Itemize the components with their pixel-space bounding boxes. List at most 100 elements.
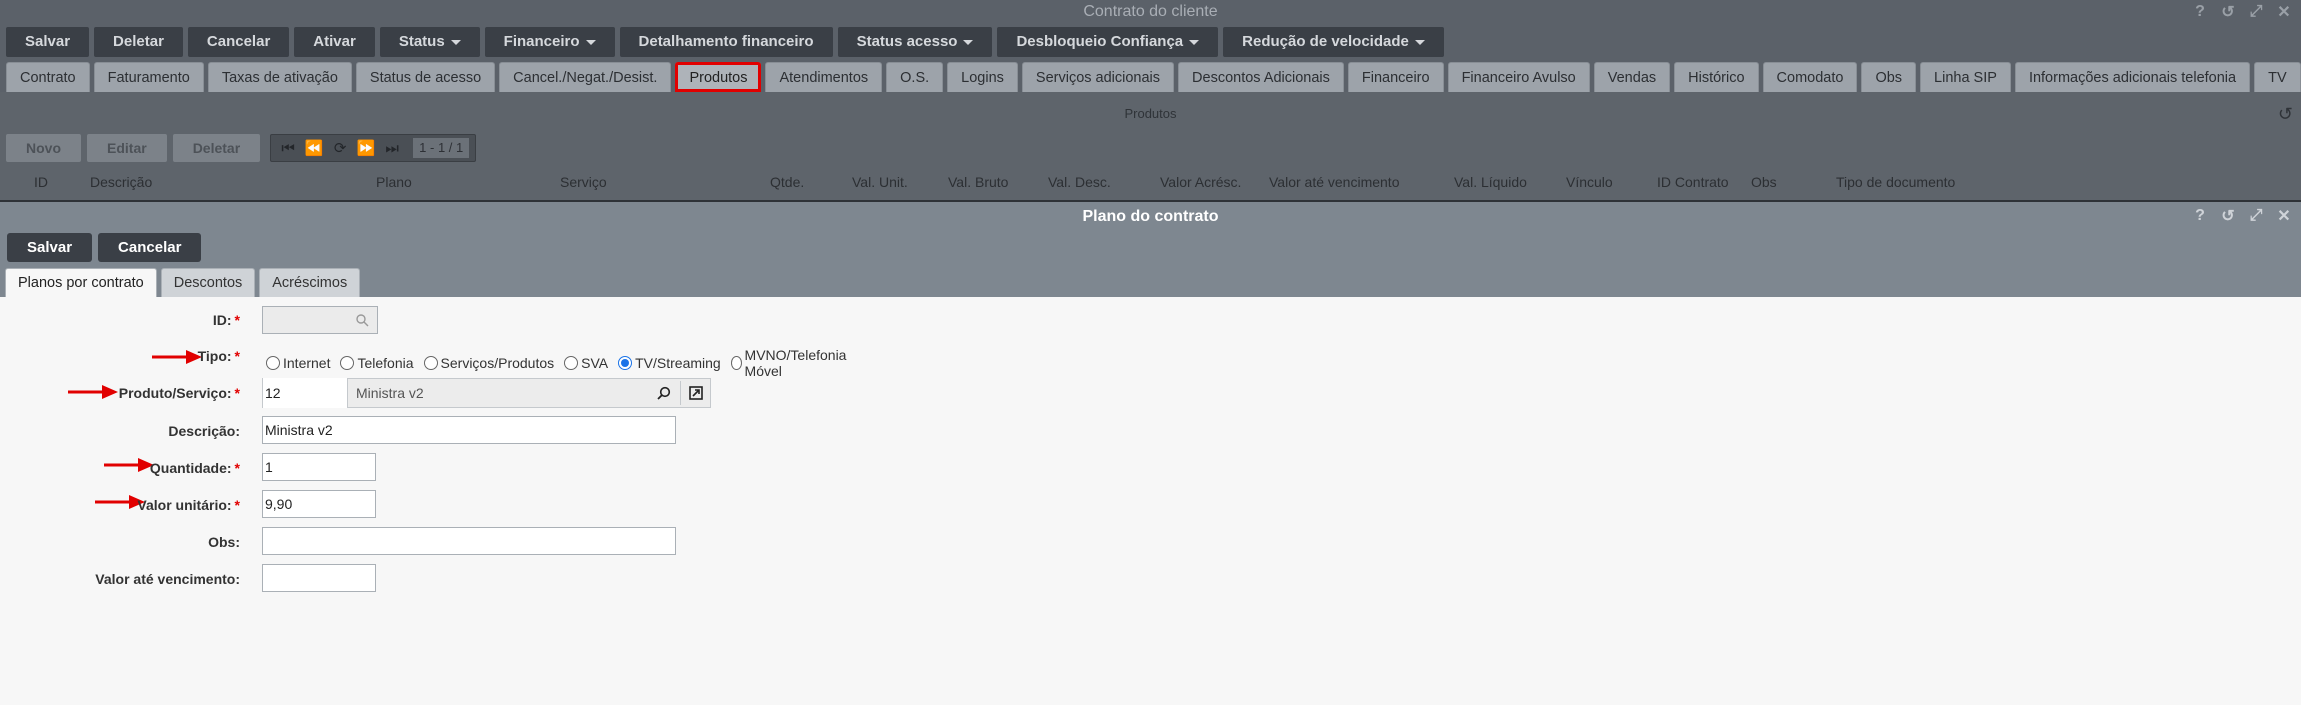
deletar-button[interactable]: Deletar xyxy=(172,134,261,162)
tab-contrato[interactable]: Contrato xyxy=(6,62,90,92)
column-header-plano[interactable]: Plano xyxy=(376,174,412,190)
valor-unitario-input[interactable] xyxy=(262,490,376,518)
tipo-option-tv-streaming[interactable]: TV/Streaming xyxy=(618,355,721,371)
maximize-icon[interactable]: ⤢ xyxy=(2247,3,2265,21)
novo-button[interactable]: Novo xyxy=(6,134,81,162)
obs-input[interactable] xyxy=(262,527,676,555)
column-header-id-contrato[interactable]: ID Contrato xyxy=(1657,174,1729,190)
column-header-id[interactable]: ID xyxy=(34,174,48,190)
tab-financeiro[interactable]: Financeiro xyxy=(1347,62,1444,92)
products-panel: Produtos ↺ Novo Editar Deletar ⏮ ⏪ ⟳ ⏩ ⏭ 1 - 1 /… xyxy=(0,92,2301,200)
column-header-val-liquido[interactable]: Val. Líquido xyxy=(1454,174,1527,190)
quantidade-input[interactable] xyxy=(262,453,376,481)
id-row: ID: * xyxy=(0,305,378,335)
tipo-option-telefonia[interactable]: Telefonia xyxy=(340,355,414,371)
financeiro-button[interactable]: Financeiro xyxy=(484,27,615,57)
search-icon[interactable] xyxy=(356,314,369,327)
tab-logins[interactable]: Logins xyxy=(947,62,1018,92)
tab-servicos-adicionais[interactable]: Serviços adicionais xyxy=(1021,62,1175,92)
required-mark: * xyxy=(234,497,240,513)
help-icon[interactable]: ? xyxy=(2191,207,2209,225)
deletar-button[interactable]: Deletar xyxy=(94,27,183,57)
quantidade-label: Quantidade: xyxy=(149,460,232,476)
close-icon[interactable]: ✕ xyxy=(2275,207,2293,225)
history-icon[interactable]: ↺ xyxy=(2219,3,2237,21)
radio-button[interactable] xyxy=(564,356,579,370)
grid-toolbar: Novo Editar Deletar ⏮ ⏪ ⟳ ⏩ ⏭ 1 - 1 / 1 xyxy=(6,134,477,162)
column-header-valor-ate-vencimento[interactable]: Valor até vencimento xyxy=(1269,174,1399,190)
valor-vencimento-input[interactable] xyxy=(262,564,376,592)
reducao-de-velocidade-button[interactable]: Redução de velocidade xyxy=(1223,27,1444,57)
tab-status-de-acesso[interactable]: Status de acesso xyxy=(355,62,496,92)
tab-acrescimos[interactable]: Acréscimos xyxy=(259,268,361,297)
tab-linha-sip[interactable]: Linha SIP xyxy=(1920,62,2011,92)
column-header-tipo-de-documento[interactable]: Tipo de documento xyxy=(1836,174,1955,190)
tab-obs[interactable]: Obs xyxy=(1861,62,1917,92)
pager-count: 1 - 1 / 1 xyxy=(413,138,470,158)
radio-button[interactable] xyxy=(340,356,355,370)
column-header-descricao[interactable]: Descrição xyxy=(90,174,152,190)
refresh-icon[interactable]: ⟳ xyxy=(329,139,351,157)
tab-o-s[interactable]: O.S. xyxy=(886,62,944,92)
cancelar-button[interactable]: Cancelar xyxy=(187,27,290,57)
column-header-qtde[interactable]: Qtde. xyxy=(770,174,804,190)
column-header-val-bruto[interactable]: Val. Bruto xyxy=(948,174,1008,190)
help-icon[interactable]: ? xyxy=(2191,3,2209,21)
salvar-button[interactable]: Salvar xyxy=(6,27,90,57)
status-button[interactable]: Status xyxy=(379,27,480,57)
column-header-obs[interactable]: Obs xyxy=(1751,174,1777,190)
modal-toolbar: Salvar Cancelar xyxy=(7,233,202,262)
first-page-icon[interactable]: ⏮ xyxy=(277,140,299,157)
radio-button[interactable] xyxy=(618,356,633,370)
column-header-val-desc[interactable]: Val. Desc. xyxy=(1048,174,1111,190)
history-icon[interactable]: ↺ xyxy=(2219,207,2237,225)
column-header-vinculo[interactable]: Vínculo xyxy=(1566,174,1613,190)
cancel-button[interactable]: Cancelar xyxy=(98,233,202,262)
prev-page-icon[interactable]: ⏪ xyxy=(303,139,325,157)
tab-produtos[interactable]: Produtos xyxy=(675,62,762,92)
radio-button[interactable] xyxy=(266,356,280,370)
column-header-servico[interactable]: Serviço xyxy=(560,174,607,190)
id-field[interactable] xyxy=(262,306,378,334)
tipo-option-internet[interactable]: Internet xyxy=(266,355,330,371)
radio-button[interactable] xyxy=(423,356,438,370)
history-icon[interactable]: ↺ xyxy=(2278,104,2293,125)
tab-taxas-de-ativacao[interactable]: Taxas de ativação xyxy=(207,62,352,92)
tab-cancel-negat-desist[interactable]: Cancel./Negat./Desist. xyxy=(499,62,672,92)
next-page-icon[interactable]: ⏩ xyxy=(355,139,377,157)
save-button[interactable]: Salvar xyxy=(7,233,93,262)
tab-vendas[interactable]: Vendas xyxy=(1593,62,1671,92)
close-icon[interactable]: ✕ xyxy=(2275,3,2293,21)
produto-code-input[interactable] xyxy=(263,378,348,408)
tab-atendimentos[interactable]: Atendimentos xyxy=(765,62,883,92)
tab-tv[interactable]: TV xyxy=(2254,62,2301,92)
tab-comodato[interactable]: Comodato xyxy=(1762,62,1858,92)
required-mark: * xyxy=(234,460,240,476)
tab-descontos[interactable]: Descontos xyxy=(160,268,256,297)
tab-descontos-adicionais[interactable]: Descontos Adicionais xyxy=(1178,62,1344,92)
detalhamento-financeiro-button[interactable]: Detalhamento financeiro xyxy=(619,27,833,57)
maximize-icon[interactable]: ⤢ xyxy=(2247,207,2265,225)
ativar-button[interactable]: Ativar xyxy=(294,27,375,57)
radio-button[interactable] xyxy=(730,356,742,370)
column-header-valor-acresc[interactable]: Valor Acrésc. xyxy=(1160,174,1241,190)
tab-informacoes-adicionais-telefonia[interactable]: Informações adicionais telefonia xyxy=(2014,62,2251,92)
tab-faturamento[interactable]: Faturamento xyxy=(93,62,204,92)
last-page-icon[interactable]: ⏭ xyxy=(381,140,403,157)
valor-unitario-label: Valor unitário: xyxy=(137,497,232,513)
tab-planos-por-contrato[interactable]: Planos por contrato xyxy=(5,268,157,297)
tab-financeiro-avulso[interactable]: Financeiro Avulso xyxy=(1447,62,1590,92)
open-external-icon[interactable] xyxy=(680,381,710,405)
editar-button[interactable]: Editar xyxy=(87,134,167,162)
tab-historico[interactable]: Histórico xyxy=(1674,62,1759,92)
desbloqueio-confianca-button[interactable]: Desbloqueio Confiança xyxy=(997,27,1219,57)
search-icon[interactable] xyxy=(652,381,676,405)
tipo-option-servicos-produtos[interactable]: Serviços/Produtos xyxy=(423,355,554,371)
client-contract-window: Contrato do cliente ? ↺ ⤢ ✕ Salvar Deleta… xyxy=(0,0,2301,200)
tipo-option-mvno-telefonia-movel[interactable]: MVNO/Telefonia Móvel xyxy=(730,347,850,379)
tipo-option-sva[interactable]: SVA xyxy=(564,355,608,371)
status-acesso-button[interactable]: Status acesso xyxy=(837,27,993,57)
tipo-radio-group: Internet Telefonia Serviços/Produtos SVA TV/… xyxy=(266,347,850,379)
column-header-val-unit[interactable]: Val. Unit. xyxy=(852,174,908,190)
descricao-input[interactable] xyxy=(262,416,676,444)
